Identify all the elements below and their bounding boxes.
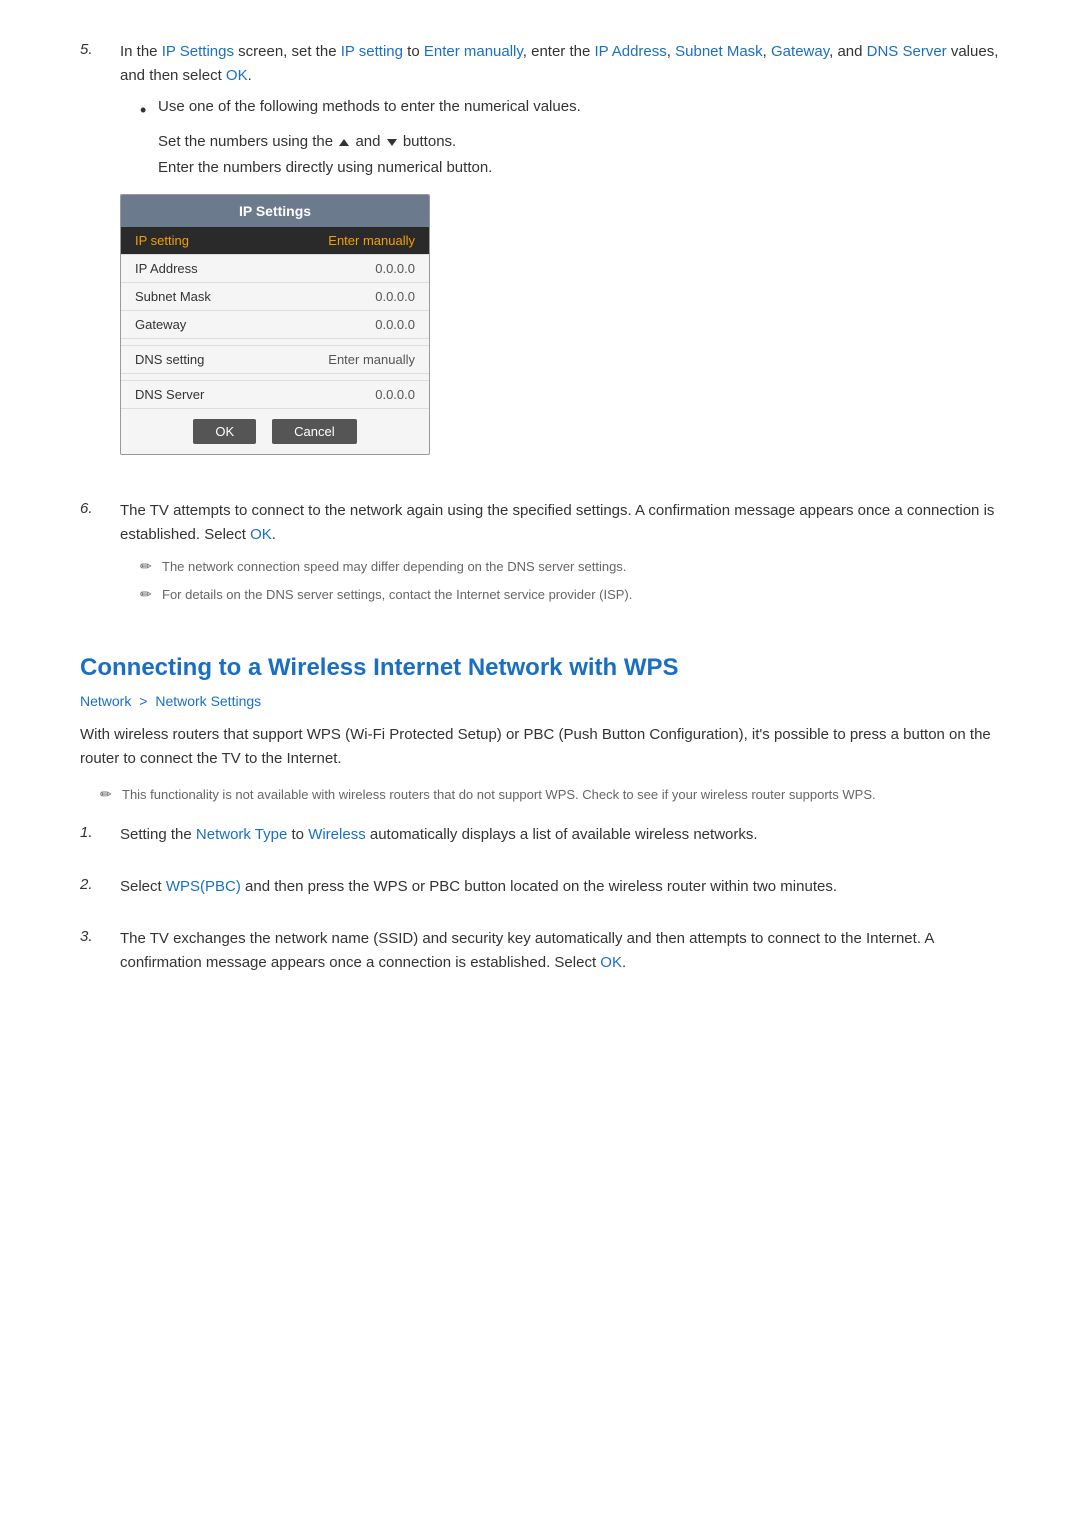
bullet-item: • Use one of the following methods to en…	[140, 98, 1000, 123]
wps-step-2-content: Select WPS(PBC) and then press the WPS o…	[120, 875, 1000, 909]
ip-setting-link: IP setting	[341, 43, 403, 60]
sub-line1: Set the numbers using the and buttons.	[158, 129, 1000, 155]
ip-address-link: IP Address	[595, 43, 667, 60]
section-wps: Connecting to a Wireless Internet Networ…	[80, 652, 1000, 985]
subnet-value: 0.0.0.0	[375, 289, 415, 304]
bullet-dot: •	[140, 98, 158, 123]
subnet-mask-link: Subnet Mask	[675, 43, 763, 60]
sub-indent: Set the numbers using the and buttons. E…	[158, 129, 1000, 180]
breadcrumb-part1: Network	[80, 693, 131, 709]
note-item-1: ✏ The network connection speed may diffe…	[140, 557, 1000, 577]
dialog-spacer1	[121, 339, 429, 346]
wps-step-3-text: The TV exchanges the network name (SSID)…	[120, 927, 1000, 975]
dns-server-value: 0.0.0.0	[375, 387, 415, 402]
step-6-content: The TV attempts to connect to the networ…	[120, 499, 1000, 612]
note-text-1: The network connection speed may differ …	[162, 557, 626, 577]
ok-link-wps: OK	[600, 954, 622, 971]
breadcrumb-part2: Network Settings	[155, 693, 261, 709]
dns-setting-value: Enter manually	[328, 352, 415, 367]
step-5-item: 5. In the IP Settings screen, set the IP…	[80, 40, 1000, 469]
triangle-up-icon	[339, 139, 349, 146]
ip-setting-label: IP setting	[135, 233, 189, 248]
step-5-number: 5.	[80, 40, 120, 58]
step-6-text: The TV attempts to connect to the networ…	[120, 499, 1000, 547]
dialog-spacer2	[121, 374, 429, 381]
dialog-ok-button[interactable]: OK	[193, 419, 256, 444]
ip-setting-value: Enter manually	[328, 233, 415, 248]
section-step5: 5. In the IP Settings screen, set the IP…	[80, 40, 1000, 469]
step-6-number: 6.	[80, 499, 120, 517]
wps-step-1-text: Setting the Network Type to Wireless aut…	[120, 823, 1000, 847]
note-item-2: ✏ For details on the DNS server settings…	[140, 585, 1000, 605]
gateway-value: 0.0.0.0	[375, 317, 415, 332]
wps-section-heading: Connecting to a Wireless Internet Networ…	[80, 652, 1000, 683]
ok-link-step5: OK	[226, 67, 248, 84]
wps-note-item: ✏ This functionality is not available wi…	[100, 785, 1000, 805]
pencil-icon-2: ✏	[140, 585, 162, 603]
step-5-text: In the IP Settings screen, set the IP se…	[120, 40, 1000, 88]
dialog-title: IP Settings	[121, 195, 429, 227]
ok-link-step6: OK	[250, 526, 272, 543]
buttons-text: buttons.	[403, 133, 456, 150]
dialog-row-dns-server[interactable]: DNS Server 0.0.0.0	[121, 381, 429, 409]
wps-step-2-item: 2. Select WPS(PBC) and then press the WP…	[80, 875, 1000, 909]
dialog-row-ip-setting[interactable]: IP setting Enter manually	[121, 227, 429, 255]
section-step6: 6. The TV attempts to connect to the net…	[80, 499, 1000, 612]
dialog-row-ip-address[interactable]: IP Address 0.0.0.0	[121, 255, 429, 283]
dns-server-label: DNS Server	[135, 387, 204, 402]
pencil-icon-1: ✏	[140, 557, 162, 575]
triangle-down-icon	[387, 139, 397, 146]
ip-settings-link: IP Settings	[162, 43, 234, 60]
dialog-row-subnet[interactable]: Subnet Mask 0.0.0.0	[121, 283, 429, 311]
step-5-content: In the IP Settings screen, set the IP se…	[120, 40, 1000, 469]
breadcrumb: Network > Network Settings	[80, 693, 1000, 709]
wireless-link: Wireless	[308, 826, 366, 843]
ip-address-value: 0.0.0.0	[375, 261, 415, 276]
breadcrumb-arrow: >	[139, 693, 151, 709]
wps-step-2-number: 2.	[80, 875, 120, 893]
sub-line2: Enter the numbers directly using numeric…	[158, 155, 1000, 181]
network-type-link: Network Type	[196, 826, 287, 843]
dns-setting-label: DNS setting	[135, 352, 204, 367]
step-6-item: 6. The TV attempts to connect to the net…	[80, 499, 1000, 612]
wps-step-3-item: 3. The TV exchanges the network name (SS…	[80, 927, 1000, 985]
gateway-link: Gateway	[771, 43, 829, 60]
dns-server-link: DNS Server	[867, 43, 947, 60]
wps-step-1-item: 1. Setting the Network Type to Wireless …	[80, 823, 1000, 857]
wps-step-2-text: Select WPS(PBC) and then press the WPS o…	[120, 875, 1000, 899]
dialog-cancel-button[interactable]: Cancel	[272, 419, 356, 444]
wps-intro-text: With wireless routers that support WPS (…	[80, 723, 1000, 771]
wps-step-1-number: 1.	[80, 823, 120, 841]
dialog-row-gateway[interactable]: Gateway 0.0.0.0	[121, 311, 429, 339]
and-text: and	[355, 133, 384, 150]
bullet-text: Use one of the following methods to ente…	[158, 98, 581, 115]
dialog-row-dns-setting[interactable]: DNS setting Enter manually	[121, 346, 429, 374]
ip-address-label: IP Address	[135, 261, 198, 276]
bullet-list: • Use one of the following methods to en…	[140, 98, 1000, 180]
wps-step-3-number: 3.	[80, 927, 120, 945]
dialog-buttons: OK Cancel	[121, 409, 429, 454]
sub-line1-text: Set the numbers using the	[158, 133, 337, 150]
wps-step-1-content: Setting the Network Type to Wireless aut…	[120, 823, 1000, 857]
wps-step-3-content: The TV exchanges the network name (SSID)…	[120, 927, 1000, 985]
subnet-label: Subnet Mask	[135, 289, 211, 304]
wps-pbc-link: WPS(PBC)	[166, 878, 241, 895]
gateway-label: Gateway	[135, 317, 186, 332]
wps-note-text: This functionality is not available with…	[122, 785, 876, 805]
pencil-icon-wps: ✏	[100, 785, 122, 803]
enter-manually-link: Enter manually	[424, 43, 523, 60]
ip-settings-dialog: IP Settings IP setting Enter manually IP…	[120, 194, 430, 455]
note-text-2: For details on the DNS server settings, …	[162, 585, 632, 605]
